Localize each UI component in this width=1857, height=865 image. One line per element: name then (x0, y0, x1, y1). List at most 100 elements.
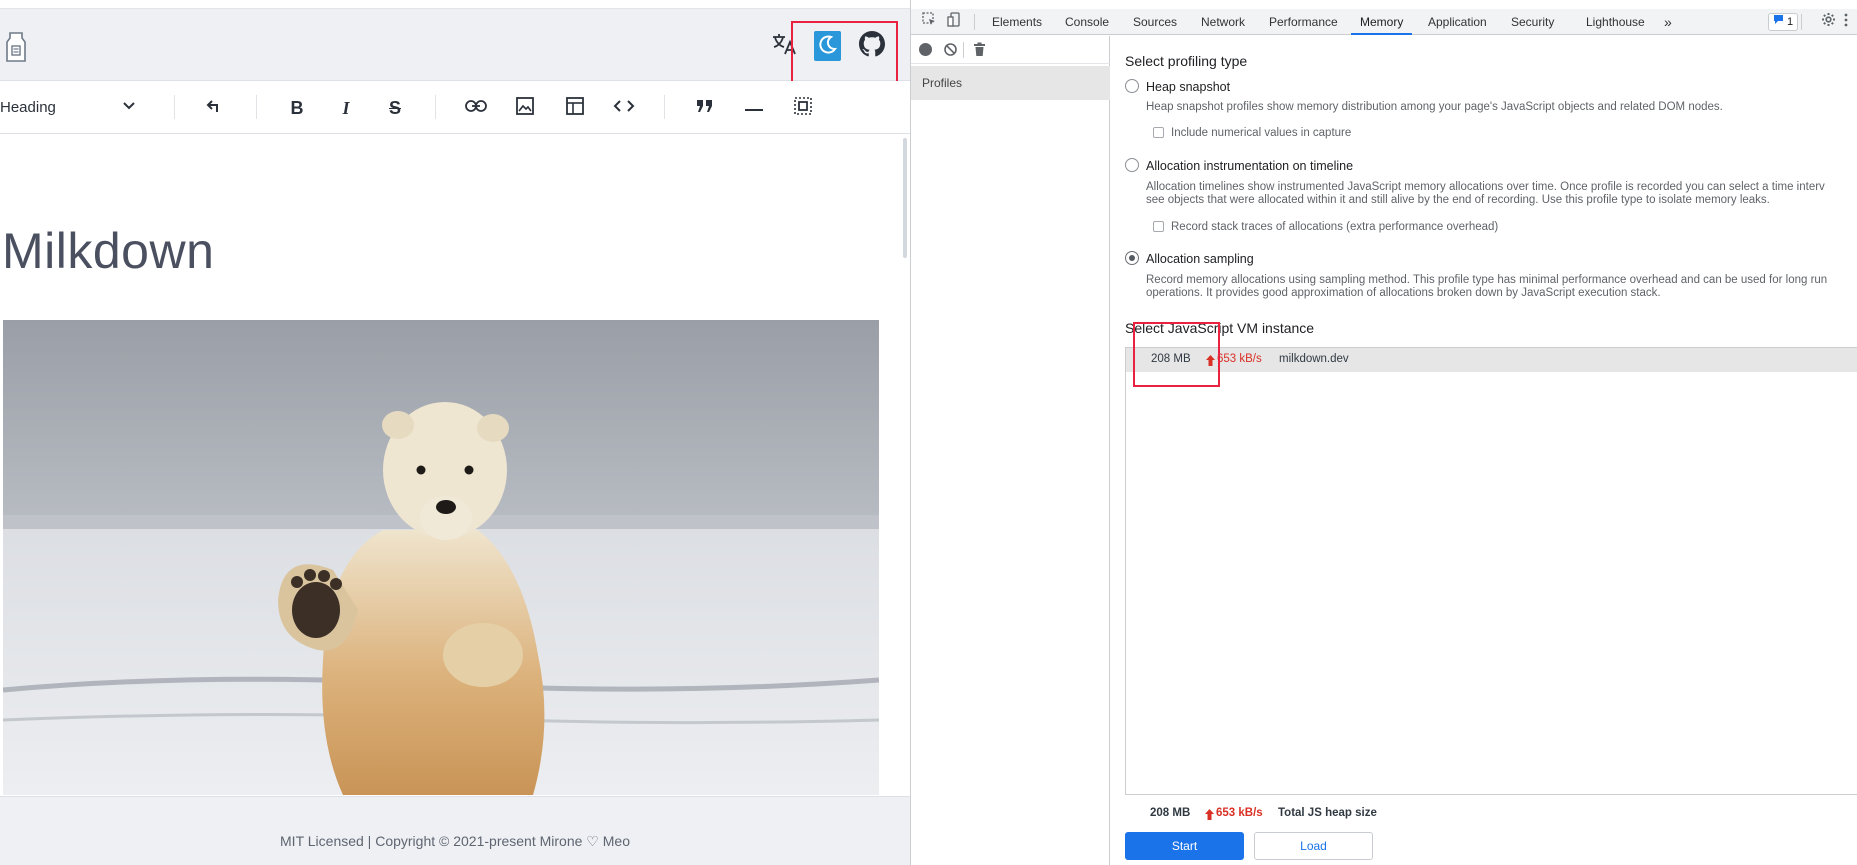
quote-button[interactable] (691, 94, 719, 122)
load-button[interactable]: Load (1254, 832, 1373, 860)
github-link[interactable] (855, 29, 889, 63)
tab-sources[interactable]: Sources (1133, 9, 1177, 35)
radio-heap-snapshot[interactable] (1125, 79, 1139, 93)
total-heap-label: Total JS heap size (1278, 807, 1377, 819)
translate-icon (771, 32, 797, 61)
polar-bear-image (3, 320, 879, 795)
select-all-button[interactable] (789, 94, 817, 122)
github-icon (859, 30, 885, 62)
allocation-timeline-desc-1: Allocation timelines show instrumented J… (1146, 181, 1825, 193)
arrow-up-icon (1206, 353, 1215, 371)
image-button[interactable] (511, 94, 539, 122)
page-top-strip (0, 0, 910, 9)
stack-traces-label[interactable]: Record stack traces of allocations (extr… (1171, 221, 1498, 233)
dark-mode-toggle[interactable] (814, 31, 841, 61)
cursor-select-icon (921, 12, 937, 32)
bold-button[interactable]: B (283, 94, 311, 122)
message-icon (1773, 14, 1784, 30)
toolbar-divider (174, 95, 175, 119)
issues-count: 1 (1787, 16, 1794, 28)
total-alloc-rate: 653 kB/s (1216, 807, 1263, 819)
quote-icon (695, 98, 715, 119)
inspect-element-button[interactable] (920, 12, 938, 32)
web-page: Heading B I S Milkdown MIT Licensed | Co… (0, 0, 910, 865)
chevron-down-icon (122, 98, 136, 116)
tab-memory[interactable]: Memory (1351, 9, 1413, 35)
milkdown-logo-icon[interactable] (4, 31, 28, 63)
undo-button[interactable] (199, 94, 227, 122)
divider-button[interactable] (740, 94, 768, 122)
vm-instance-row[interactable]: 208 MB 653 kB/s milkdown.dev (1126, 348, 1857, 372)
site-header (0, 9, 910, 81)
link-icon (465, 99, 487, 118)
vm-instance-title: Select JavaScript VM instance (1125, 320, 1315, 336)
tab-network[interactable]: Network (1201, 9, 1245, 35)
tab-lighthouse[interactable]: Lighthouse (1586, 9, 1645, 35)
vm-heap-size: 208 MB (1151, 353, 1191, 365)
issues-badge[interactable]: 1 (1768, 13, 1799, 31)
toolbar-divider (963, 42, 964, 58)
device-toolbar-button[interactable] (945, 12, 963, 32)
gear-icon (1821, 12, 1836, 32)
document-title: Milkdown (2, 223, 215, 279)
table-button[interactable] (561, 94, 589, 122)
vm-instance-list: 208 MB 653 kB/s milkdown.dev (1125, 347, 1857, 795)
toolbar-divider (256, 95, 257, 119)
translate-button[interactable] (767, 29, 801, 63)
profiles-header: Profiles (911, 66, 1110, 100)
select-all-icon (793, 96, 813, 121)
record-icon[interactable] (919, 43, 932, 56)
toolbar-divider (435, 95, 436, 119)
clear-icon[interactable] (943, 42, 958, 62)
code-button[interactable] (610, 94, 638, 122)
italic-button[interactable]: I (332, 94, 360, 122)
more-tabs-button[interactable]: » (1664, 9, 1672, 35)
more-options-button[interactable] (1841, 13, 1851, 31)
allocation-timeline-label[interactable]: Allocation instrumentation on timeline (1146, 159, 1353, 173)
radio-allocation-timeline[interactable] (1125, 158, 1139, 172)
checkbox-stack-traces[interactable] (1153, 221, 1164, 232)
tab-elements[interactable]: Elements (992, 9, 1042, 35)
undo-icon (204, 97, 222, 120)
allocation-timeline-desc-2: see objects that were allocated within i… (1146, 194, 1770, 206)
link-button[interactable] (462, 94, 490, 122)
allocation-sampling-label[interactable]: Allocation sampling (1146, 252, 1254, 266)
radio-allocation-sampling[interactable] (1125, 251, 1139, 265)
numerical-values-label[interactable]: Include numerical values in capture (1171, 127, 1351, 139)
heap-snapshot-label[interactable]: Heap snapshot (1146, 80, 1230, 94)
heading-select-label: Heading (0, 98, 56, 116)
footer-text: MIT Licensed | Copyright © 2021-present … (280, 833, 630, 849)
allocation-sampling-desc-2: operations. It provides good approximati… (1146, 287, 1661, 299)
strikethrough-button[interactable]: S (381, 94, 409, 122)
tab-console[interactable]: Console (1065, 9, 1109, 35)
bold-icon: B (290, 97, 304, 118)
toolbar-divider (664, 95, 665, 119)
start-button[interactable]: Start (1125, 832, 1244, 860)
tabbar-divider (1801, 14, 1802, 30)
checkbox-numerical-values[interactable] (1153, 127, 1164, 138)
tab-security[interactable]: Security (1511, 9, 1554, 35)
trash-icon[interactable] (973, 42, 986, 62)
vm-instance-name: milkdown.dev (1279, 353, 1349, 365)
heading-select[interactable]: Heading (0, 94, 150, 120)
arrow-up-icon (1205, 807, 1214, 825)
site-footer: MIT Licensed | Copyright © 2021-present … (0, 796, 910, 865)
italic-icon: I (342, 97, 350, 118)
allocation-sampling-desc-1: Record memory allocations using sampling… (1146, 274, 1828, 286)
profiling-type-title: Select profiling type (1125, 53, 1248, 69)
memory-launcher: Select profiling type Heap snapshot Heap… (1111, 36, 1857, 865)
code-icon (613, 98, 635, 119)
moon-icon (818, 34, 838, 59)
image-icon (515, 96, 535, 121)
tabbar-divider (974, 14, 975, 30)
horizontal-rule-icon (744, 99, 764, 117)
profiler-toolbar (911, 36, 1110, 64)
kebab-menu-icon (1844, 13, 1848, 32)
device-toggle-icon (946, 12, 962, 32)
total-heap-size: 208 MB (1150, 807, 1191, 819)
settings-button[interactable] (1819, 13, 1837, 31)
tab-performance[interactable]: Performance (1269, 9, 1338, 35)
editor-scrollbar[interactable] (903, 138, 907, 258)
tab-application[interactable]: Application (1428, 9, 1487, 35)
strikethrough-icon: S (388, 97, 401, 118)
